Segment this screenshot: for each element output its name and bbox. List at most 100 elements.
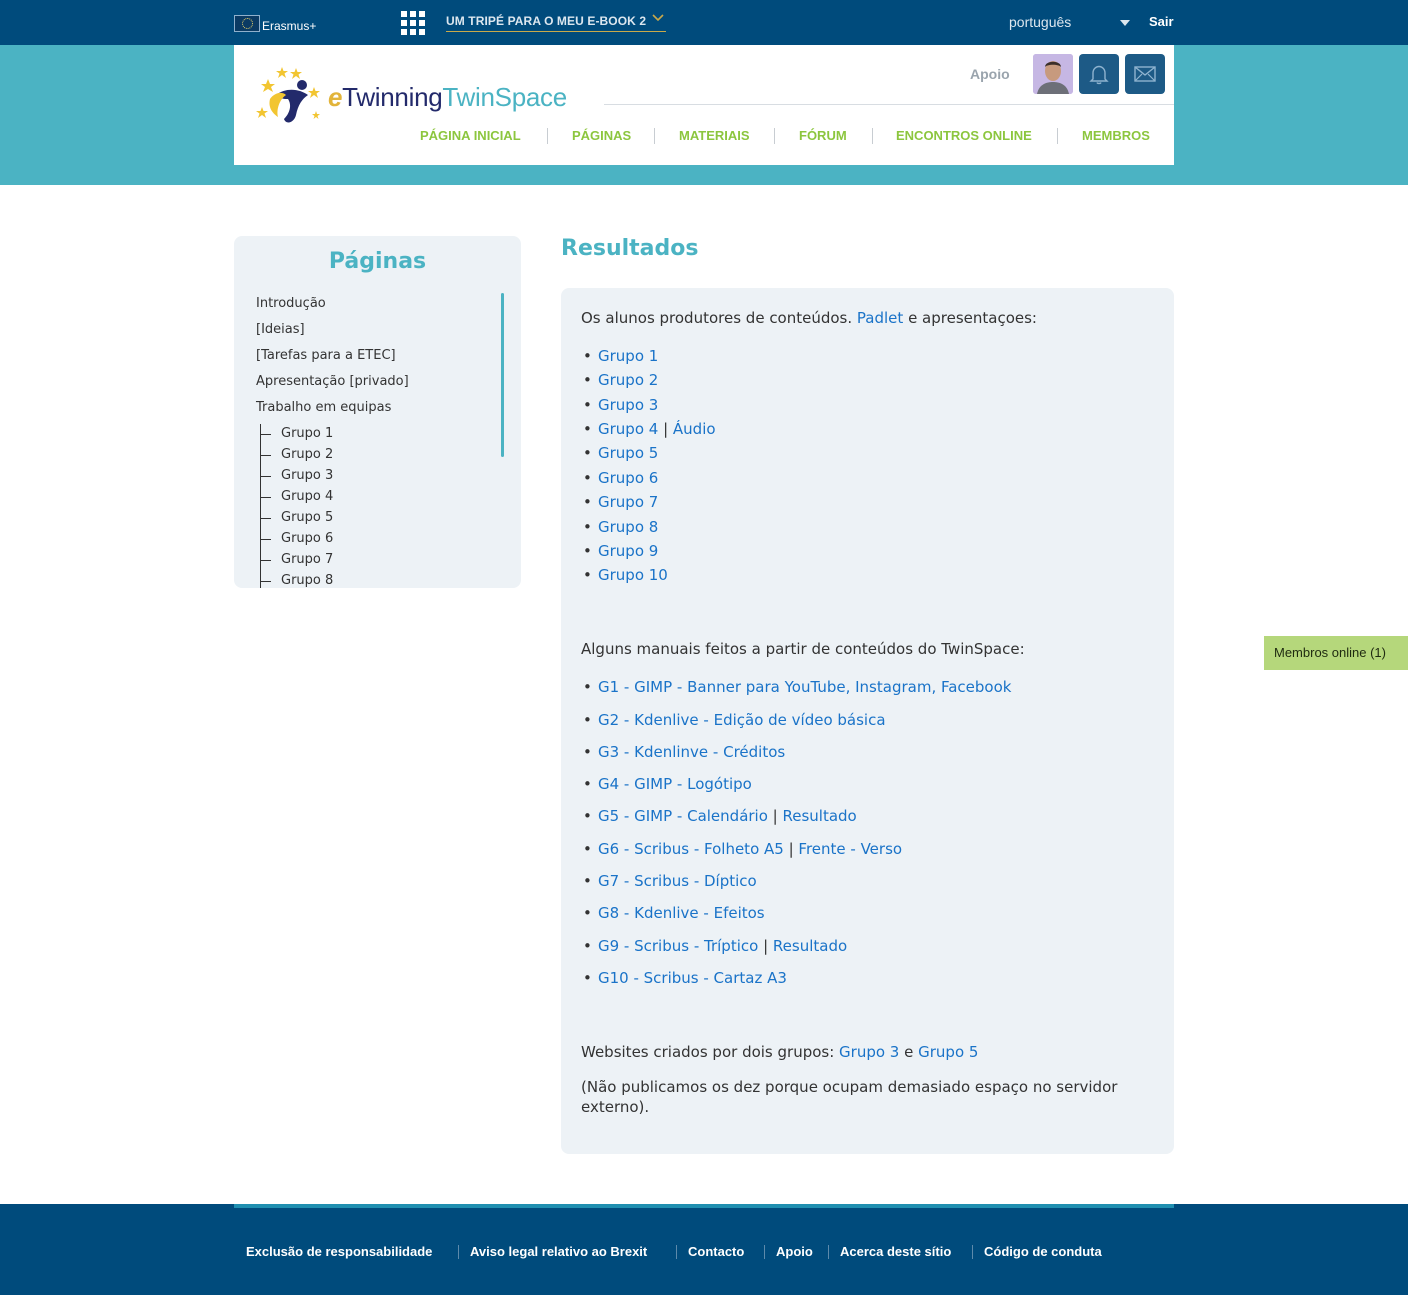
footer-support-link[interactable]: Apoio [776, 1244, 813, 1259]
chevron-down-icon [652, 14, 664, 22]
websites-conj: e [899, 1043, 919, 1061]
list-item: G7 - Scribus - Díptico [583, 872, 757, 890]
website-grupo-5-link[interactable]: Grupo 5 [918, 1043, 978, 1061]
tree-connector [260, 529, 272, 550]
page-title: Resultados [561, 236, 699, 261]
nav-members[interactable]: MEMBROS [1082, 128, 1150, 143]
footer-separator [828, 1245, 829, 1259]
grupo-9-link[interactable]: Grupo 9 [598, 542, 658, 560]
sidebar-item-tarefas[interactable]: [Tarefas para a ETEC] [256, 348, 396, 363]
sidebar-subitem-grupo-3[interactable]: Grupo 3 [281, 468, 333, 483]
manual-g5-result-link[interactable]: Resultado [783, 807, 857, 825]
sidebar-item-introducao[interactable]: Introdução [256, 296, 326, 311]
manual-g8-link[interactable]: G8 - Kdenlive - Efeitos [598, 904, 765, 922]
logo-twinning: Twinning [342, 81, 443, 112]
sidebar-subitem-grupo-6[interactable]: Grupo 6 [281, 531, 333, 546]
nav-pages[interactable]: PÁGINAS [572, 128, 631, 143]
list-item: G1 - GIMP - Banner para YouTube, Instagr… [583, 678, 1011, 696]
logo-e: e [328, 81, 343, 112]
pages-sidebar: Páginas Introdução [Ideias] [Tarefas par… [234, 236, 521, 588]
support-link[interactable]: Apoio [970, 66, 1010, 82]
footer-separator [764, 1245, 765, 1259]
grupo-3-link[interactable]: Grupo 3 [598, 396, 658, 414]
grupo-6-link[interactable]: Grupo 6 [598, 469, 658, 487]
footer-contact-link[interactable]: Contacto [688, 1244, 744, 1259]
grupo-4-link[interactable]: Grupo 4 [598, 420, 658, 438]
erasmus-label: Erasmus+ [262, 19, 317, 33]
list-item: G6 - Scribus - Folheto A5 | Frente - Ver… [583, 840, 902, 858]
manual-g9-link[interactable]: G9 - Scribus - Tríptico [598, 937, 758, 955]
manual-g9-result-link[interactable]: Resultado [773, 937, 847, 955]
grupo-2-link[interactable]: Grupo 2 [598, 371, 658, 389]
footer-separator [458, 1245, 459, 1259]
etwinning-logo[interactable]: eTwinningTwinSpace [256, 65, 567, 127]
manual-g10-link[interactable]: G10 - Scribus - Cartaz A3 [598, 969, 787, 987]
online-members-tab[interactable]: Membros online (1) [1264, 636, 1408, 670]
footer-disclaimer-link[interactable]: Exclusão de responsabilidade [246, 1244, 432, 1259]
footer-brexit-link[interactable]: Aviso legal relativo ao Brexit [470, 1244, 647, 1259]
list-item: Grupo 4 | Áudio [583, 420, 716, 438]
list-item: Grupo 8 [583, 518, 658, 536]
manual-g6-front-back-link[interactable]: Frente - Verso [798, 840, 902, 858]
footer-about-link[interactable]: Acerca deste sítio [840, 1244, 951, 1259]
nav-home[interactable]: PÁGINA INICIAL [420, 128, 521, 143]
notifications-button[interactable] [1079, 54, 1119, 94]
nav-materials[interactable]: MATERIAIS [679, 128, 750, 143]
intro-paragraph: Os alunos produtores de conteúdos. Padle… [581, 309, 1037, 327]
padlet-link[interactable]: Padlet [857, 309, 903, 327]
etwinning-mark-icon [256, 67, 320, 123]
manual-g2-link[interactable]: G2 - Kdenlive - Edição de vídeo básica [598, 711, 886, 729]
sidebar-subitem-grupo-7[interactable]: Grupo 7 [281, 552, 333, 567]
manual-g1-link[interactable]: G1 - GIMP - Banner para YouTube, Instagr… [598, 678, 1011, 696]
tree-connector [260, 466, 272, 487]
nav-separator [654, 128, 655, 144]
sidebar-scrollbar[interactable] [501, 293, 504, 457]
avatar-icon [1033, 54, 1073, 94]
footer-code-of-conduct-link[interactable]: Código de conduta [984, 1244, 1102, 1259]
nav-forum[interactable]: FÓRUM [799, 128, 847, 143]
tree-connector [260, 445, 272, 466]
manuals-intro: Alguns manuais feitos a partir de conteú… [581, 640, 1025, 658]
nav-separator [547, 128, 548, 144]
audio-link[interactable]: Áudio [673, 420, 716, 438]
messages-button[interactable] [1125, 54, 1165, 94]
website-grupo-3-link[interactable]: Grupo 3 [839, 1043, 899, 1061]
list-item: G8 - Kdenlive - Efeitos [583, 904, 765, 922]
grupo-7-link[interactable]: Grupo 7 [598, 493, 658, 511]
separator: | [783, 840, 799, 858]
list-item: Grupo 6 [583, 469, 658, 487]
sidebar-subitem-grupo-2[interactable]: Grupo 2 [281, 447, 333, 462]
manual-g6-link[interactable]: G6 - Scribus - Folheto A5 [598, 840, 784, 858]
manual-g5-link[interactable]: G5 - GIMP - Calendário [598, 807, 768, 825]
grupo-8-link[interactable]: Grupo 8 [598, 518, 658, 536]
user-avatar[interactable] [1033, 54, 1073, 94]
nav-separator [1057, 128, 1058, 144]
sidebar-subitem-grupo-1[interactable]: Grupo 1 [281, 426, 333, 441]
etwinning-wordmark: eTwinningTwinSpace [328, 82, 567, 113]
apps-grid-icon[interactable] [401, 11, 425, 35]
grupo-10-link[interactable]: Grupo 10 [598, 566, 668, 584]
main-navigation: PÁGINA INICIAL PÁGINAS MATERIAIS FÓRUM E… [234, 128, 1174, 148]
sidebar-item-trabalho-equipas[interactable]: Trabalho em equipas [256, 400, 391, 415]
manual-g4-link[interactable]: G4 - GIMP - Logótipo [598, 775, 752, 793]
sidebar-subitem-grupo-8[interactable]: Grupo 8 [281, 573, 333, 588]
dropdown-arrow-icon[interactable] [1120, 20, 1130, 26]
footer: Exclusão de responsabilidade Aviso legal… [0, 1204, 1408, 1295]
sidebar-item-ideias[interactable]: [Ideias] [256, 322, 305, 337]
separator: | [758, 937, 773, 955]
nav-online-meetings[interactable]: ENCONTROS ONLINE [896, 128, 1032, 143]
sidebar-subitem-grupo-5[interactable]: Grupo 5 [281, 510, 333, 525]
sidebar-title: Páginas [328, 249, 427, 274]
manual-g7-link[interactable]: G7 - Scribus - Díptico [598, 872, 757, 890]
list-item: G3 - Kdenlinve - Créditos [583, 743, 785, 761]
logout-link[interactable]: Sair [1149, 14, 1174, 29]
separator: | [767, 807, 783, 825]
logo-twinspace: TwinSpace [442, 81, 567, 112]
twinspace-selector[interactable]: UM TRIPÉ PARA O MEU E-BOOK 2 [446, 14, 667, 32]
sidebar-item-apresentacao[interactable]: Apresentação [privado] [256, 374, 409, 389]
grupo-1-link[interactable]: Grupo 1 [598, 347, 658, 365]
grupo-5-link[interactable]: Grupo 5 [598, 444, 658, 462]
language-select[interactable]: português [1009, 14, 1071, 30]
manual-g3-link[interactable]: G3 - Kdenlinve - Créditos [598, 743, 785, 761]
sidebar-subitem-grupo-4[interactable]: Grupo 4 [281, 489, 333, 504]
